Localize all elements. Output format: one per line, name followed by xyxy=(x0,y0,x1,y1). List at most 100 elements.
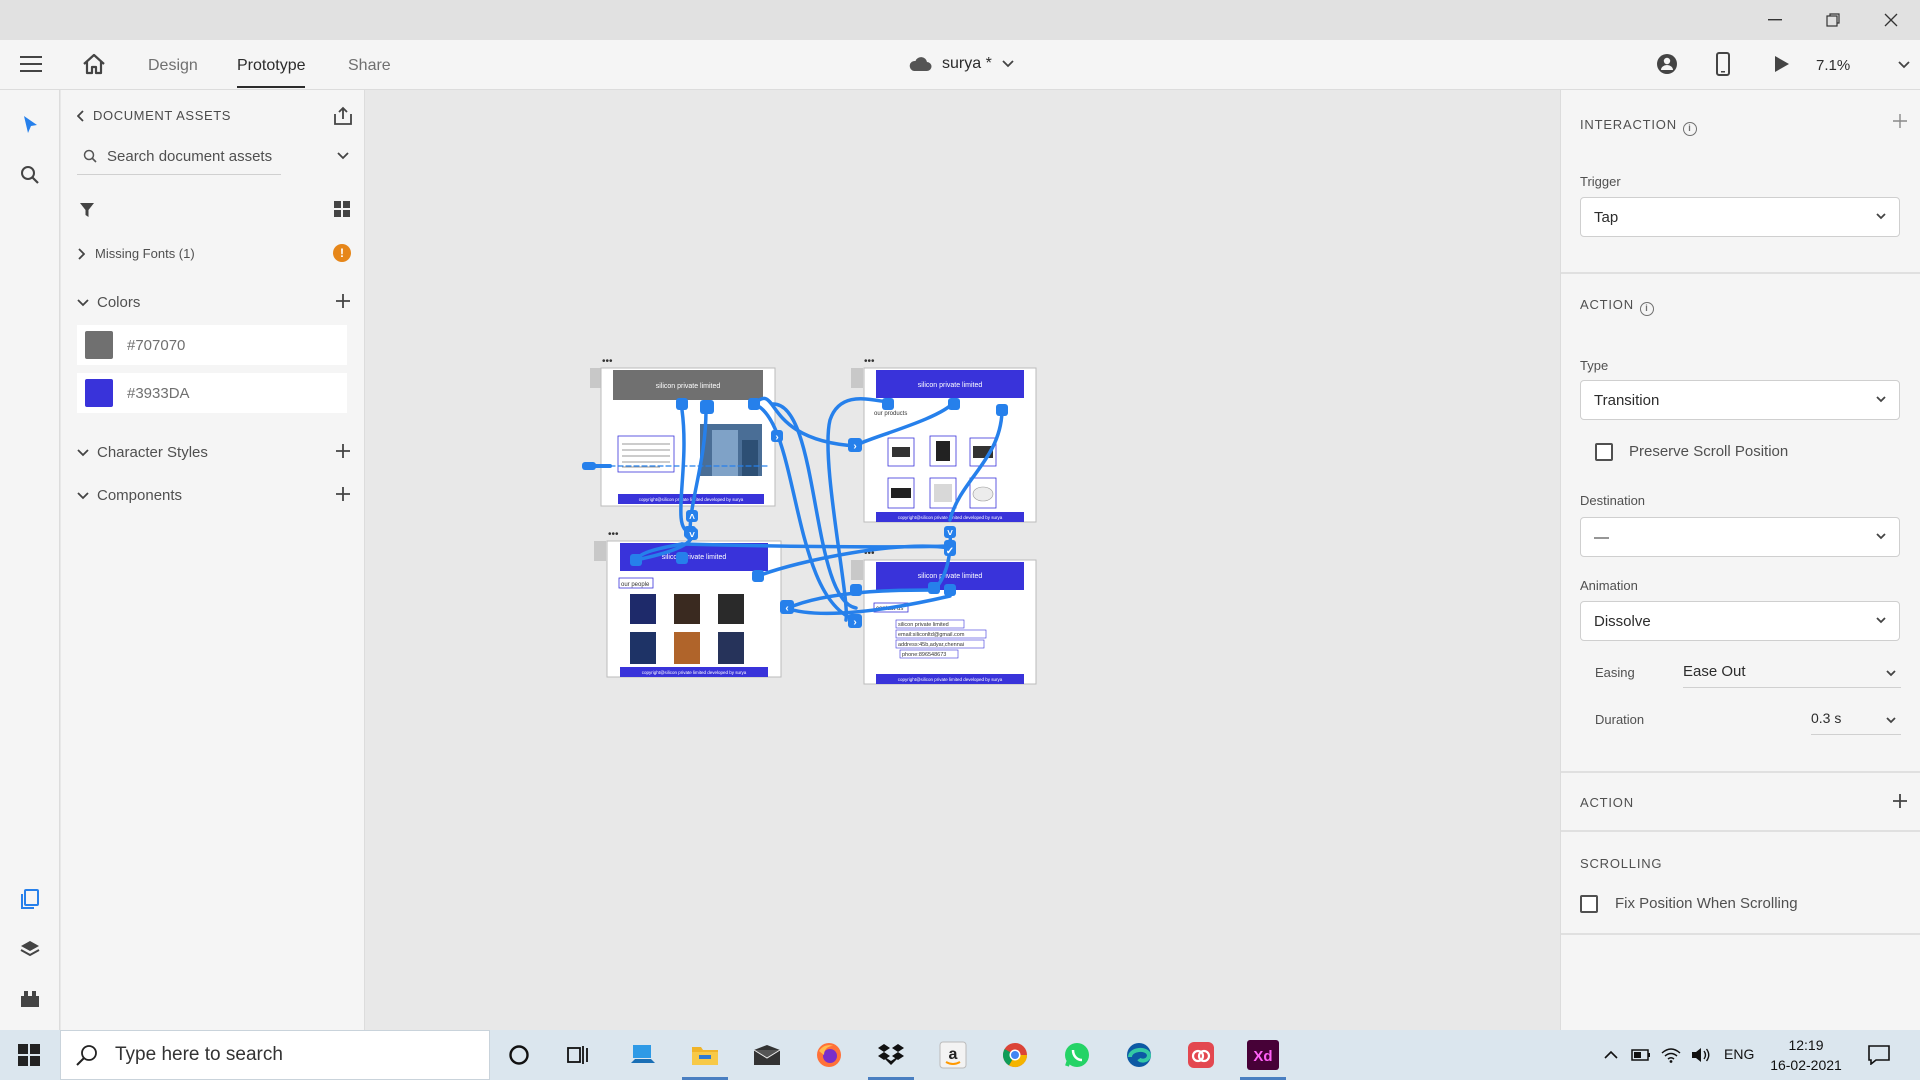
info-icon[interactable]: i xyxy=(1682,122,1697,136)
preserve-scroll-checkbox[interactable] xyxy=(1595,443,1613,461)
duration-value: 0.3 s xyxy=(1811,710,1842,726)
svg-text:˅: ˅ xyxy=(689,530,695,541)
add-component-button[interactable] xyxy=(336,484,350,504)
animation-select[interactable]: Dissolve xyxy=(1580,601,1900,641)
grid-view-button[interactable] xyxy=(334,201,350,222)
fix-position-checkbox[interactable] xyxy=(1580,895,1598,913)
cortana-button[interactable] xyxy=(502,1038,536,1072)
restore-button[interactable] xyxy=(1804,0,1862,40)
assets-back-button[interactable]: DOCUMENT ASSETS xyxy=(77,108,231,123)
components-section-header[interactable]: Components xyxy=(77,487,182,504)
type-select[interactable]: Transition xyxy=(1580,380,1900,420)
chrome-button[interactable] xyxy=(998,1038,1032,1072)
hamburger-menu-button[interactable] xyxy=(20,54,42,79)
start-button[interactable] xyxy=(12,1038,46,1072)
destination-value: — xyxy=(1594,528,1609,546)
export-assets-button[interactable] xyxy=(333,106,353,131)
add-action-button[interactable] xyxy=(1893,794,1907,813)
file-explorer-button[interactable] xyxy=(688,1038,722,1072)
mail-button[interactable] xyxy=(750,1038,784,1072)
character-styles-section-header[interactable]: Character Styles xyxy=(77,444,208,461)
show-hidden-icons-button[interactable] xyxy=(1594,1038,1628,1072)
layers-tab[interactable] xyxy=(15,934,45,964)
tab-prototype[interactable]: Prototype xyxy=(237,40,306,90)
action-heading-2: ACTION xyxy=(1580,795,1634,810)
svg-text:˄: ˄ xyxy=(689,512,695,523)
artboard-menu-icon[interactable]: ••• xyxy=(608,529,619,540)
minimize-button[interactable] xyxy=(1746,0,1804,40)
chevron-down-icon xyxy=(1002,60,1014,68)
battery-icon xyxy=(1631,1049,1650,1061)
chevron-down-icon xyxy=(1876,213,1886,220)
language-indicator[interactable]: ENG xyxy=(1724,1046,1754,1062)
color-swatch-row[interactable]: #3933DA xyxy=(77,373,347,413)
dropbox-button[interactable] xyxy=(874,1038,908,1072)
artboard-marker xyxy=(851,368,863,388)
firefox-button[interactable] xyxy=(812,1038,846,1072)
play-preview-button[interactable] xyxy=(1774,55,1790,78)
artboard-header-text: silicon private limited xyxy=(918,573,983,580)
destination-select[interactable]: — xyxy=(1580,517,1900,557)
svg-text:phone:896548673: phone:896548673 xyxy=(902,652,946,658)
edge-icon xyxy=(1127,1043,1152,1067)
add-interaction-button[interactable] xyxy=(1893,114,1907,133)
svg-text:›: › xyxy=(853,617,856,628)
color-swatch xyxy=(85,331,113,359)
plugins-tab[interactable] xyxy=(15,984,45,1014)
minimize-icon xyxy=(1768,19,1782,21)
chrome-icon xyxy=(1002,1043,1027,1068)
network-button[interactable] xyxy=(1654,1038,1688,1072)
home-button[interactable] xyxy=(82,53,106,80)
share-user-button[interactable] xyxy=(1656,53,1678,80)
battery-button[interactable] xyxy=(1624,1038,1658,1072)
filter-button[interactable] xyxy=(79,202,95,223)
add-color-button[interactable] xyxy=(336,291,350,311)
artboard-menu-icon[interactable]: ••• xyxy=(602,356,613,367)
volume-button[interactable] xyxy=(1684,1038,1718,1072)
tab-share[interactable]: Share xyxy=(348,40,391,90)
home-marker-icon[interactable] xyxy=(590,368,602,388)
creative-cloud-button[interactable] xyxy=(1184,1038,1218,1072)
color-swatch-row[interactable]: #707070 xyxy=(77,325,347,365)
edge-button[interactable] xyxy=(1122,1038,1156,1072)
clock[interactable]: 12:19 16-02-2021 xyxy=(1768,1035,1844,1075)
device-preview-button[interactable] xyxy=(1716,52,1730,81)
search-underline xyxy=(77,174,281,175)
zoom-select[interactable]: 7.1% xyxy=(1816,50,1910,80)
document-assets-tab[interactable] xyxy=(15,884,45,914)
tab-design[interactable]: Design xyxy=(148,40,198,90)
colors-section-header[interactable]: Colors xyxy=(77,294,140,311)
home-icon xyxy=(83,53,105,75)
artboard-marker xyxy=(851,560,863,580)
missing-fonts-row[interactable]: Missing Fonts (1) xyxy=(77,246,195,261)
action-center-button[interactable] xyxy=(1862,1038,1896,1072)
close-window-button[interactable] xyxy=(1862,0,1920,40)
trigger-select[interactable]: Tap xyxy=(1580,197,1900,237)
artboard-marker xyxy=(594,541,606,561)
easing-select[interactable]: Ease Out xyxy=(1683,656,1901,688)
animation-value: Dissolve xyxy=(1594,612,1651,630)
prototype-canvas-svg[interactable]: ••• silicon private limited copyright@si… xyxy=(365,90,1560,1030)
this-pc-button[interactable] xyxy=(626,1038,660,1072)
duration-select[interactable]: 0.3 s xyxy=(1811,703,1901,735)
whatsapp-button[interactable] xyxy=(1060,1038,1094,1072)
task-view-button[interactable] xyxy=(562,1038,596,1072)
select-tool[interactable] xyxy=(15,110,45,140)
document-title[interactable]: surya * xyxy=(908,55,1014,73)
adobe-xd-button[interactable]: Xd xyxy=(1246,1038,1280,1072)
design-canvas[interactable]: ••• silicon private limited copyright@si… xyxy=(365,90,1560,1030)
window-titlebar xyxy=(0,0,1920,40)
taskbar-search-box[interactable]: Type here to search xyxy=(60,1030,490,1080)
artboard-contact[interactable]: ••• silicon private limited contact us s… xyxy=(851,548,1037,685)
search-assets-field[interactable]: Search document assets xyxy=(77,140,349,172)
artboard-products[interactable]: ••• silicon private limited our products… xyxy=(851,356,1037,523)
artboard-menu-icon[interactable]: ••• xyxy=(864,356,875,367)
artboard-people[interactable]: ••• silicon private limited our people c… xyxy=(594,529,782,678)
amazon-button[interactable]: a xyxy=(936,1038,970,1072)
chevron-down-icon xyxy=(1876,617,1886,624)
info-icon[interactable]: i xyxy=(1639,302,1654,316)
add-character-style-button[interactable] xyxy=(336,441,350,461)
zoom-tool[interactable] xyxy=(15,160,45,190)
colors-title: Colors xyxy=(97,294,141,311)
amazon-icon: a xyxy=(939,1041,967,1069)
